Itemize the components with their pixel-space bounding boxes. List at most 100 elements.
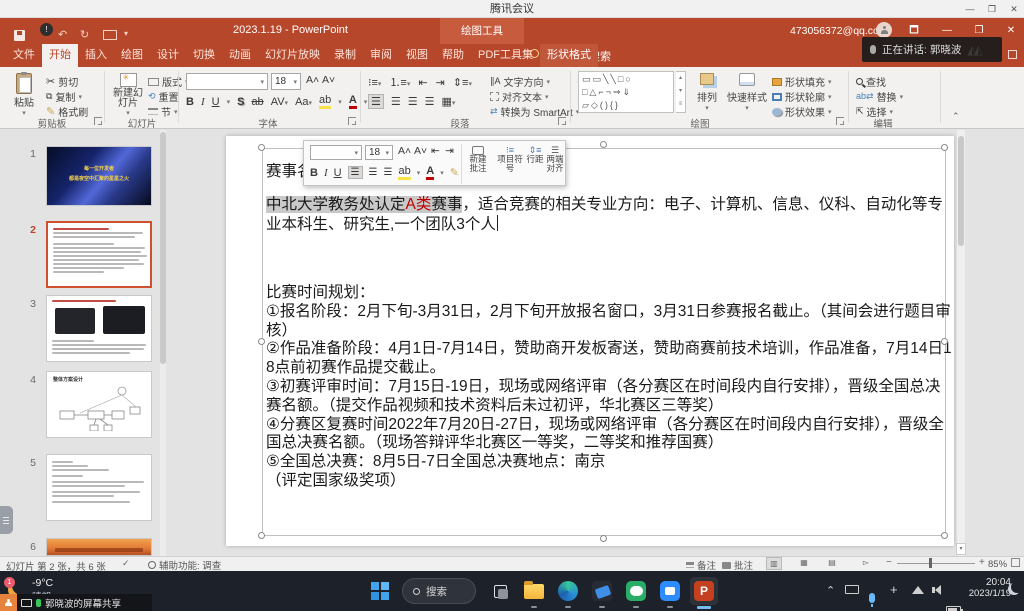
zoom-level[interactable]: 85% [988, 559, 1007, 570]
paste-button[interactable]: 粘贴▾ [10, 73, 38, 117]
slide-thumbnail-5[interactable] [46, 454, 152, 521]
mini-size-combobox[interactable]: 18▾ [365, 145, 393, 160]
info-badge-icon[interactable]: ! [40, 23, 53, 36]
shape-outline-button[interactable]: 形状轮廓▾ [772, 89, 832, 104]
qat-dropdown-icon[interactable]: ▾ [124, 29, 128, 38]
tab-insert[interactable]: 插入 [78, 44, 114, 67]
clock[interactable]: 20:04 2023/1/19 [967, 577, 1011, 599]
tab-slideshow[interactable]: 幻灯片放映 [258, 44, 327, 67]
mini-align-center-button[interactable]: ☰ [369, 167, 378, 178]
slide-thumbnail-3[interactable] [46, 295, 152, 362]
thumbnail-scrollbar-thumb[interactable] [160, 132, 166, 364]
handle-mid-right[interactable] [941, 338, 948, 345]
mini-align-right-button[interactable]: ☰ [384, 167, 393, 178]
touch-keyboard-icon[interactable] [845, 585, 859, 594]
tab-transitions[interactable]: 切换 [186, 44, 222, 67]
tab-pdf-tools[interactable]: PDF工具集 [471, 44, 540, 67]
decrease-indent-icon[interactable]: ⇤ [418, 76, 427, 89]
handle-top-left[interactable] [258, 144, 265, 151]
reset-button[interactable]: ⟲重置 [148, 89, 179, 104]
bold-button[interactable]: B [186, 96, 194, 108]
undo-icon[interactable]: ↶ [58, 28, 67, 41]
mini-italic-button[interactable]: I [324, 167, 328, 179]
comments-button[interactable]: 批注 [722, 558, 753, 572]
tab-shape-format[interactable]: 形状格式 [540, 44, 598, 67]
tab-draw[interactable]: 绘图 [114, 44, 150, 67]
scroll-down-arrow[interactable]: ▾ [956, 543, 966, 555]
file-explorer-button[interactable] [520, 577, 548, 605]
shape-fill-button[interactable]: 形状填充▾ [772, 74, 832, 89]
night-mode-icon[interactable] [1008, 583, 1020, 595]
font-size-combobox[interactable]: 18▾ [271, 73, 301, 90]
increase-indent-icon[interactable]: ⇥ [436, 76, 445, 89]
tray-move-icon[interactable]: + [890, 582, 898, 597]
mini-decrease-indent-icon[interactable]: ⇤ [431, 145, 440, 157]
account-email[interactable]: 473056372@qq.com [790, 25, 888, 37]
shapes-gallery[interactable]: ▭▭╲╲□○□△⌐¬⇒⇓▱◇(){} [578, 71, 674, 113]
handle-bottom-right[interactable] [941, 532, 948, 539]
copy-button[interactable]: ⧉复制▾ [46, 89, 82, 104]
notes-button[interactable]: 备注 [686, 558, 716, 572]
slide-scrollbar-thumb[interactable] [958, 136, 964, 246]
clipboard-dialog-launcher-icon[interactable] [94, 117, 102, 125]
fit-to-window-icon[interactable] [1011, 558, 1020, 567]
char-spacing-button[interactable]: AV▾ [271, 96, 288, 108]
zoom-out-icon[interactable]: − [886, 557, 892, 568]
mini-line-spacing-button[interactable]: ⇕≡ 行距 [526, 146, 544, 164]
tab-view[interactable]: 视图 [399, 44, 435, 67]
tab-review[interactable]: 审阅 [363, 44, 399, 67]
mini-grow-font-icon[interactable]: A˄ [398, 145, 411, 157]
font-dialog-launcher-icon[interactable] [348, 117, 356, 125]
font-name-combobox[interactable]: ▾ [186, 73, 268, 90]
accessibility-status[interactable]: 辅助功能: 调查 [148, 558, 221, 572]
meeting-restore-icon[interactable]: ❐ [984, 2, 1000, 16]
view-sorter-button[interactable]: ▦ [796, 557, 812, 570]
spellcheck-icon[interactable]: ✓ [122, 558, 130, 569]
italic-button[interactable]: I [201, 96, 205, 108]
handle-bottom-center[interactable] [600, 535, 607, 542]
slideshow-from-start-icon[interactable] [103, 30, 117, 40]
wechat-button[interactable] [622, 577, 650, 605]
align-center-button[interactable]: ☰ [391, 95, 401, 108]
meeting-minimize-icon[interactable]: — [962, 2, 978, 16]
mini-underline-button[interactable]: U [334, 167, 342, 179]
shrink-font-icon[interactable]: A˅ [322, 74, 335, 86]
avatar[interactable] [876, 22, 892, 38]
view-reading-button[interactable]: ▤ [824, 557, 840, 570]
redo-icon[interactable]: ↻ [80, 28, 89, 41]
mini-justify-button[interactable]: ☰ 两端对齐 [544, 146, 566, 173]
wifi-icon[interactable] [912, 586, 924, 594]
numbering-button[interactable]: ⒈≡▾ [389, 74, 410, 90]
meeting-close-icon[interactable]: ✕ [1006, 2, 1022, 16]
ppt-close-icon[interactable]: ✕ [1002, 22, 1020, 40]
handle-top-right[interactable] [941, 144, 948, 151]
tray-expand-icon[interactable]: ⌃ [826, 584, 835, 597]
tab-help[interactable]: 帮助 [435, 44, 471, 67]
zoom-in-icon[interactable]: + [979, 557, 985, 568]
mini-highlight-button[interactable]: ab [398, 165, 410, 180]
mini-bold-button[interactable]: B [310, 167, 318, 179]
highlight-color-button[interactable]: ab [319, 94, 331, 109]
line-spacing-button[interactable]: ⇕≡▾ [453, 76, 472, 89]
font-color-button[interactable]: A [349, 94, 357, 109]
edge-button[interactable] [554, 577, 582, 605]
align-text-button[interactable]: 对齐文本▾ [490, 89, 549, 104]
slide-thumbnail-6[interactable] [46, 538, 152, 556]
task-view-button[interactable] [486, 577, 514, 605]
justify-button[interactable]: ☰ [425, 95, 435, 108]
tab-design[interactable]: 设计 [150, 44, 186, 67]
tab-file[interactable]: 文件 [6, 44, 42, 67]
handle-top-center[interactable] [600, 141, 607, 148]
tab-record[interactable]: 录制 [327, 44, 363, 67]
slide-thumbnail-4[interactable]: 整体方案设计 [46, 371, 152, 438]
zoom-slider-thumb[interactable] [929, 558, 932, 568]
volume-icon[interactable] [932, 585, 941, 595]
mini-font-color-button[interactable]: A [426, 165, 434, 180]
strikethrough-button[interactable]: ab [251, 96, 263, 108]
powerpoint-taskbar-button[interactable]: P [690, 577, 718, 605]
align-left-button[interactable]: ☰ [368, 94, 384, 109]
tab-animations[interactable]: 动画 [222, 44, 258, 67]
shape-effects-button[interactable]: 形状效果▾ [772, 104, 832, 119]
mini-increase-indent-icon[interactable]: ⇥ [445, 145, 454, 157]
view-normal-button[interactable]: ▥ [766, 557, 782, 570]
